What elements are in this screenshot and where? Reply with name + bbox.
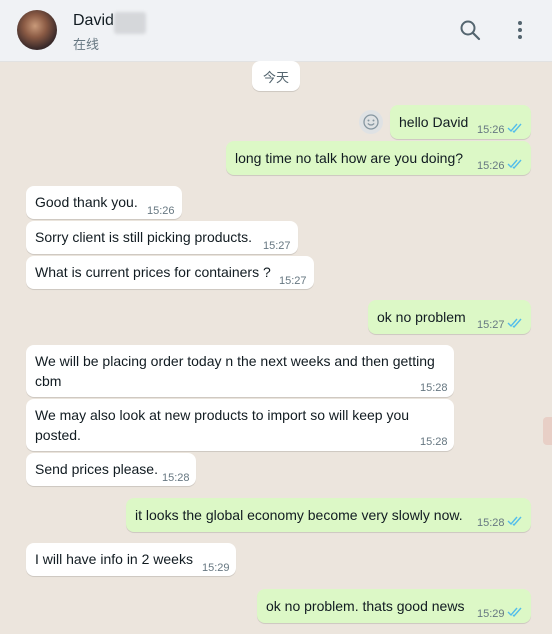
message-time: 15:28	[477, 517, 505, 529]
menu-icon[interactable]	[508, 18, 532, 42]
message-time: 15:26	[477, 124, 505, 136]
reaction-button[interactable]	[359, 110, 383, 134]
avatar[interactable]	[17, 10, 57, 50]
message-text: Sorry client is still picking products.	[35, 229, 253, 245]
message-text: it looks the global economy become very …	[135, 507, 463, 523]
contact-status: 在线	[73, 37, 100, 52]
message-text: We may also look at new products to impo…	[35, 407, 410, 423]
double-check-icon	[507, 607, 522, 617]
emoji-icon	[363, 114, 379, 130]
date-chip: 今天	[252, 61, 300, 91]
message-text: We will be placing order today n the nex…	[35, 353, 435, 369]
message-text: Good thank you.	[35, 194, 138, 210]
message-time: 15:29	[202, 562, 230, 574]
message-bubble-incoming[interactable]: Sorry client is still picking products. …	[26, 221, 298, 254]
search-icon[interactable]	[458, 18, 482, 42]
message-text: long time no talk how are you doing?	[235, 150, 464, 166]
message-bubble-incoming[interactable]: What is current prices for containers ? …	[26, 256, 314, 289]
double-check-icon	[507, 159, 522, 169]
message-bubble-outgoing[interactable]: hello David 15:26	[390, 105, 531, 139]
message-time: 15:28	[420, 436, 448, 448]
message-text: ok no problem. thats good news	[266, 598, 465, 614]
message-bubble-outgoing[interactable]: ok no problem. thats good news 15:29	[257, 589, 531, 623]
contact-name[interactable]: David	[73, 12, 114, 30]
message-time: 15:26	[477, 160, 505, 172]
message-time: 15:27	[477, 319, 505, 331]
redacted-name-blur	[114, 12, 146, 34]
message-bubble-incoming[interactable]: We may also look at new products to impo…	[26, 399, 454, 451]
message-text: Send prices please.	[35, 461, 158, 477]
message-text: What is current prices for containers ?	[35, 264, 271, 280]
message-bubble-incoming[interactable]: Send prices please. 15:28	[26, 453, 196, 486]
message-bubble-outgoing[interactable]: long time no talk how are you doing? 15:…	[226, 141, 531, 175]
message-text: hello David	[399, 114, 469, 130]
message-text: ok no problem	[377, 309, 466, 325]
message-time: 15:26	[147, 205, 175, 217]
message-time: 15:27	[279, 275, 307, 287]
double-check-icon	[507, 123, 522, 133]
message-bubble-outgoing[interactable]: it looks the global economy become very …	[126, 498, 531, 532]
message-bubble-incoming[interactable]: I will have info in 2 weeks 15:29	[26, 543, 236, 576]
message-text-line2: cbm	[35, 373, 62, 389]
message-time: 15:27	[263, 240, 291, 252]
double-check-icon	[507, 318, 522, 328]
double-check-icon	[507, 516, 522, 526]
message-text: I will have info in 2 weeks	[35, 551, 193, 567]
message-bubble-outgoing[interactable]: ok no problem 15:27	[368, 300, 531, 334]
message-time: 15:28	[420, 382, 448, 394]
message-bubble-incoming[interactable]: We will be placing order today n the nex…	[26, 345, 454, 397]
message-time: 15:29	[477, 608, 505, 620]
chat-header: David 在线	[0, 0, 552, 62]
message-bubble-incoming[interactable]: Good thank you. 15:26	[26, 186, 182, 219]
message-text-line2: posted.	[35, 427, 81, 443]
message-time: 15:28	[162, 472, 190, 484]
scroll-edge-marker	[543, 417, 552, 445]
